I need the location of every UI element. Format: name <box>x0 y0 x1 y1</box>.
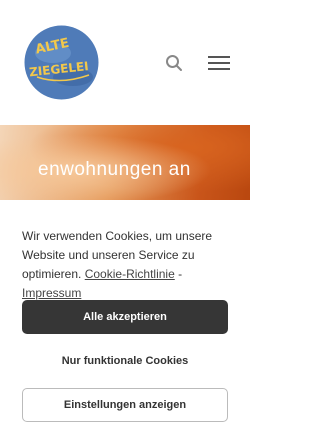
link-separator: - <box>174 267 183 281</box>
alte-ziegelei-logo[interactable]: ALTE ZIEGELEI <box>23 25 100 100</box>
show-settings-button[interactable]: Einstellungen anzeigen <box>22 388 228 422</box>
cookie-message: Wir verwenden Cookies, um unsere Website… <box>22 227 232 303</box>
hamburger-menu-icon[interactable] <box>208 56 230 70</box>
cookie-policy-link[interactable]: Cookie-Richtlinie <box>85 267 175 281</box>
site-header: ALTE ZIEGELEI <box>0 0 250 125</box>
search-icon[interactable] <box>165 54 183 72</box>
cookie-consent-banner: Wir verwenden Cookies, um unsere Website… <box>0 200 250 445</box>
imprint-link[interactable]: Impressum <box>22 286 81 300</box>
hero-banner: enwohnungen an <box>0 125 250 200</box>
functional-cookies-button[interactable]: Nur funktionale Cookies <box>22 344 228 378</box>
accept-all-button[interactable]: Alle akzeptieren <box>22 300 228 334</box>
hero-title: enwohnungen an <box>38 159 191 180</box>
